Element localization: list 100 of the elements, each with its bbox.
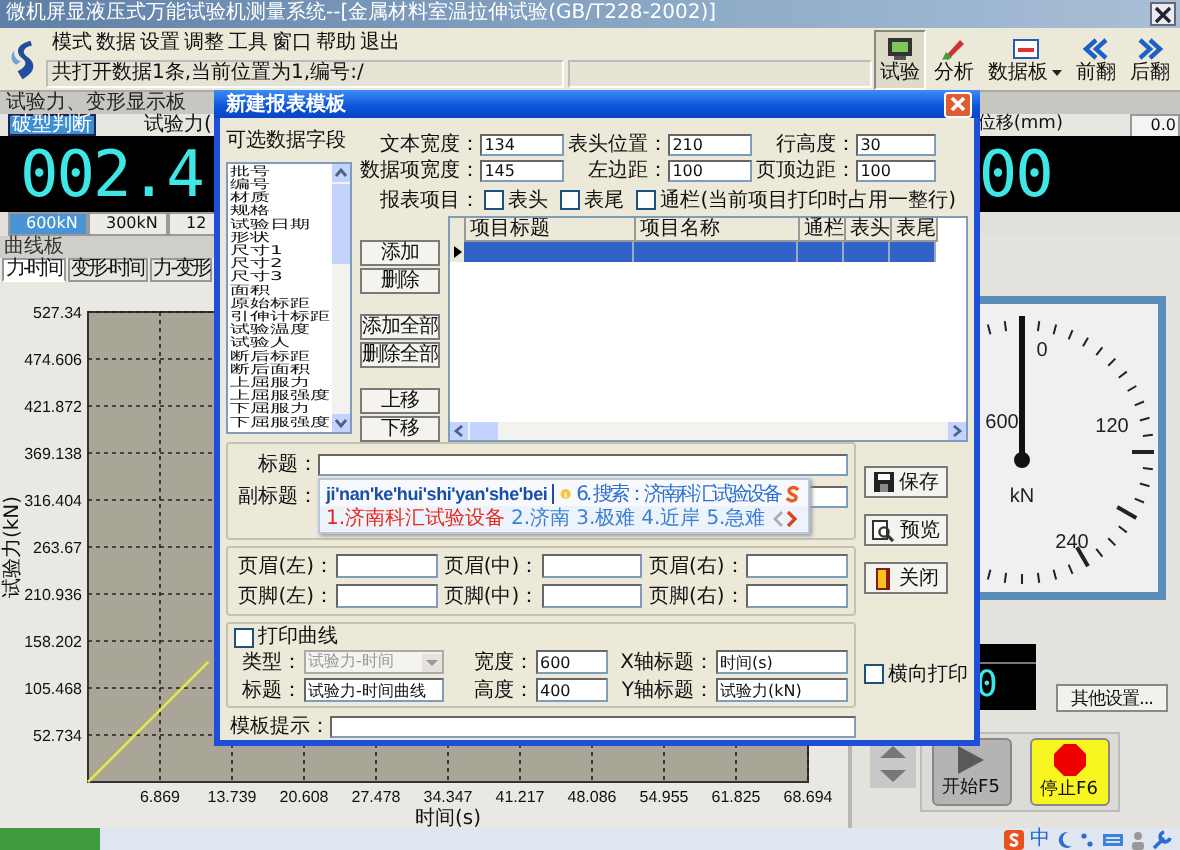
- column-header[interactable]: 表头: [846, 218, 893, 242]
- menu-item[interactable]: 调整: [182, 31, 226, 55]
- force-reading: 002.4: [20, 138, 203, 210]
- list-button[interactable]: 下移: [360, 416, 441, 442]
- action-button[interactable]: 保存: [864, 466, 948, 498]
- field-label: 页眉(左)：: [236, 555, 334, 577]
- chart-tab[interactable]: 变形-时间: [67, 258, 148, 282]
- field-label: 页脚(右)：: [647, 585, 745, 607]
- value-cell: 0.0: [1130, 113, 1180, 137]
- menu-item[interactable]: 设置: [138, 31, 182, 55]
- chart-tab[interactable]: 力-变形: [149, 258, 213, 282]
- displacement-reading: 00: [978, 138, 1052, 210]
- field-label: X轴标题：: [618, 651, 714, 673]
- list-button[interactable]: 添加全部: [360, 314, 441, 340]
- axis-tick-label: 13.739: [207, 788, 257, 806]
- text-field[interactable]: 210: [668, 134, 753, 156]
- candidate-item[interactable]: 1.济南科汇试验设备: [326, 507, 506, 531]
- field-label: 标题：: [240, 679, 302, 701]
- field-label: 页脚(左)：: [236, 585, 334, 607]
- column-header[interactable]: 表尾: [892, 218, 939, 242]
- axis-title: 时间(s): [415, 808, 481, 828]
- field-label: 页顶边距：: [754, 160, 857, 182]
- column-header[interactable]: 通栏: [800, 218, 847, 242]
- menu-item[interactable]: 窗口: [270, 31, 314, 55]
- candidate-item[interactable]: 4.近岸: [641, 507, 701, 531]
- text-field[interactable]: 100: [856, 160, 937, 182]
- text-field[interactable]: 100: [668, 160, 753, 182]
- search-suggestion[interactable]: 6. 搜索：济南科汇试验设备: [576, 479, 780, 507]
- axis-tick-label: 48.086: [567, 788, 617, 806]
- menu-item[interactable]: 退出: [358, 31, 402, 55]
- field-label: 数据项宽度：: [360, 160, 481, 182]
- pinyin-text: ji'nan'ke'hui'shi'yan'she'bei: [326, 483, 548, 503]
- toolbar-button[interactable]: 分析: [928, 29, 980, 89]
- candidate-item[interactable]: 3.极难: [576, 507, 636, 531]
- column-header: 位移(mm): [977, 114, 1063, 136]
- status-text: 共打开数据1条,当前位置为1,编号:/: [46, 59, 564, 87]
- range-tab[interactable]: 300kN: [88, 212, 168, 236]
- toolbar-button[interactable]: 数据板: [982, 29, 1068, 89]
- text-field[interactable]: 600: [536, 650, 608, 674]
- checkbox-label: 表头: [508, 187, 549, 214]
- candidate-item[interactable]: 2.济南: [511, 507, 571, 531]
- toolbar-button[interactable]: 试验: [874, 29, 926, 89]
- ime-mode[interactable]: 中: [1030, 828, 1050, 850]
- checkbox-label: 打印曲线: [258, 626, 338, 648]
- text-field[interactable]: 145: [480, 160, 565, 182]
- action-button[interactable]: 关闭: [864, 562, 948, 594]
- field-label: 页脚(中)：: [441, 585, 540, 607]
- axis-tick-label: 421.872: [24, 398, 82, 416]
- field-label: 页眉(右)：: [647, 555, 745, 577]
- menu-item[interactable]: 数据: [94, 31, 138, 55]
- checkbox-label: 表尾: [584, 187, 625, 214]
- text-field[interactable]: 试验力(kN): [716, 678, 848, 702]
- field-label: 页眉(中)：: [441, 555, 540, 577]
- list-label: 可选数据字段: [226, 130, 348, 154]
- list-button[interactable]: 上移: [360, 388, 441, 414]
- text-field[interactable]: 时间(s): [716, 650, 848, 674]
- column-header[interactable]: 项目名称: [636, 218, 801, 242]
- window-title: 微机屏显液压式万能试验机测量系统--[金属材料室温拉伸试验(GB/T228-2002)]: [6, 2, 719, 26]
- gauge-label: 120: [1095, 416, 1129, 438]
- axis-tick-label: 210.936: [24, 586, 82, 604]
- checkbox-label: 横向打印: [888, 661, 968, 688]
- list-button[interactable]: 删除全部: [360, 342, 441, 368]
- chart-tab[interactable]: 力-时间: [2, 258, 66, 282]
- gauge-label: 0: [1036, 340, 1048, 362]
- text-field[interactable]: 试验力-时间曲线: [304, 678, 444, 702]
- dialog-title: 新建报表模板: [226, 90, 348, 118]
- text-field[interactable]: 30: [856, 134, 937, 156]
- axis-tick-label: 316.404: [24, 492, 82, 510]
- axis-tick-label: 27.478: [351, 788, 401, 806]
- axis-tick-label: 474.606: [24, 351, 82, 369]
- field-label: 行高度：: [774, 134, 857, 156]
- field-label: 模板提示：: [228, 716, 330, 738]
- axis-tick-label: 61.825: [711, 788, 761, 806]
- field-label: 标题：: [256, 454, 318, 476]
- axis-tick-label: 52.734: [33, 727, 82, 745]
- settings-button[interactable]: 其他设置...: [1056, 684, 1168, 712]
- axis-tick-label: 41.217: [495, 788, 545, 806]
- menu-item[interactable]: 模式: [50, 31, 94, 55]
- start-button[interactable]: 开始F5: [931, 738, 1011, 806]
- axis-tick-label: 54.955: [639, 788, 689, 806]
- action-button[interactable]: 预览: [864, 514, 948, 546]
- menu-item[interactable]: 帮助: [314, 31, 358, 55]
- list-button[interactable]: 删除: [360, 268, 441, 294]
- field-label: 表头位置：: [566, 134, 669, 156]
- toolbar-button[interactable]: 前翻: [1070, 29, 1122, 89]
- field-label: 宽度：: [472, 651, 534, 673]
- axis-tick-label: 34.347: [423, 788, 473, 806]
- column-header[interactable]: 项目标题: [466, 218, 637, 242]
- text-field[interactable]: 134: [480, 134, 565, 156]
- field-label: 左边距：: [586, 160, 669, 182]
- list-button[interactable]: 添加: [360, 240, 441, 266]
- stop-button[interactable]: 停止F6: [1029, 738, 1109, 806]
- field-label: Y轴标题：: [619, 679, 714, 701]
- menu-item[interactable]: 工具: [226, 31, 270, 55]
- axis-tick-label: 6.869: [139, 788, 181, 806]
- axis-tick-label: 158.202: [24, 633, 82, 651]
- gauge-label: 600: [985, 412, 1019, 434]
- toolbar-button[interactable]: 后翻: [1124, 29, 1176, 89]
- text-field[interactable]: 400: [536, 678, 608, 702]
- candidate-item[interactable]: 5.急难: [706, 507, 766, 531]
